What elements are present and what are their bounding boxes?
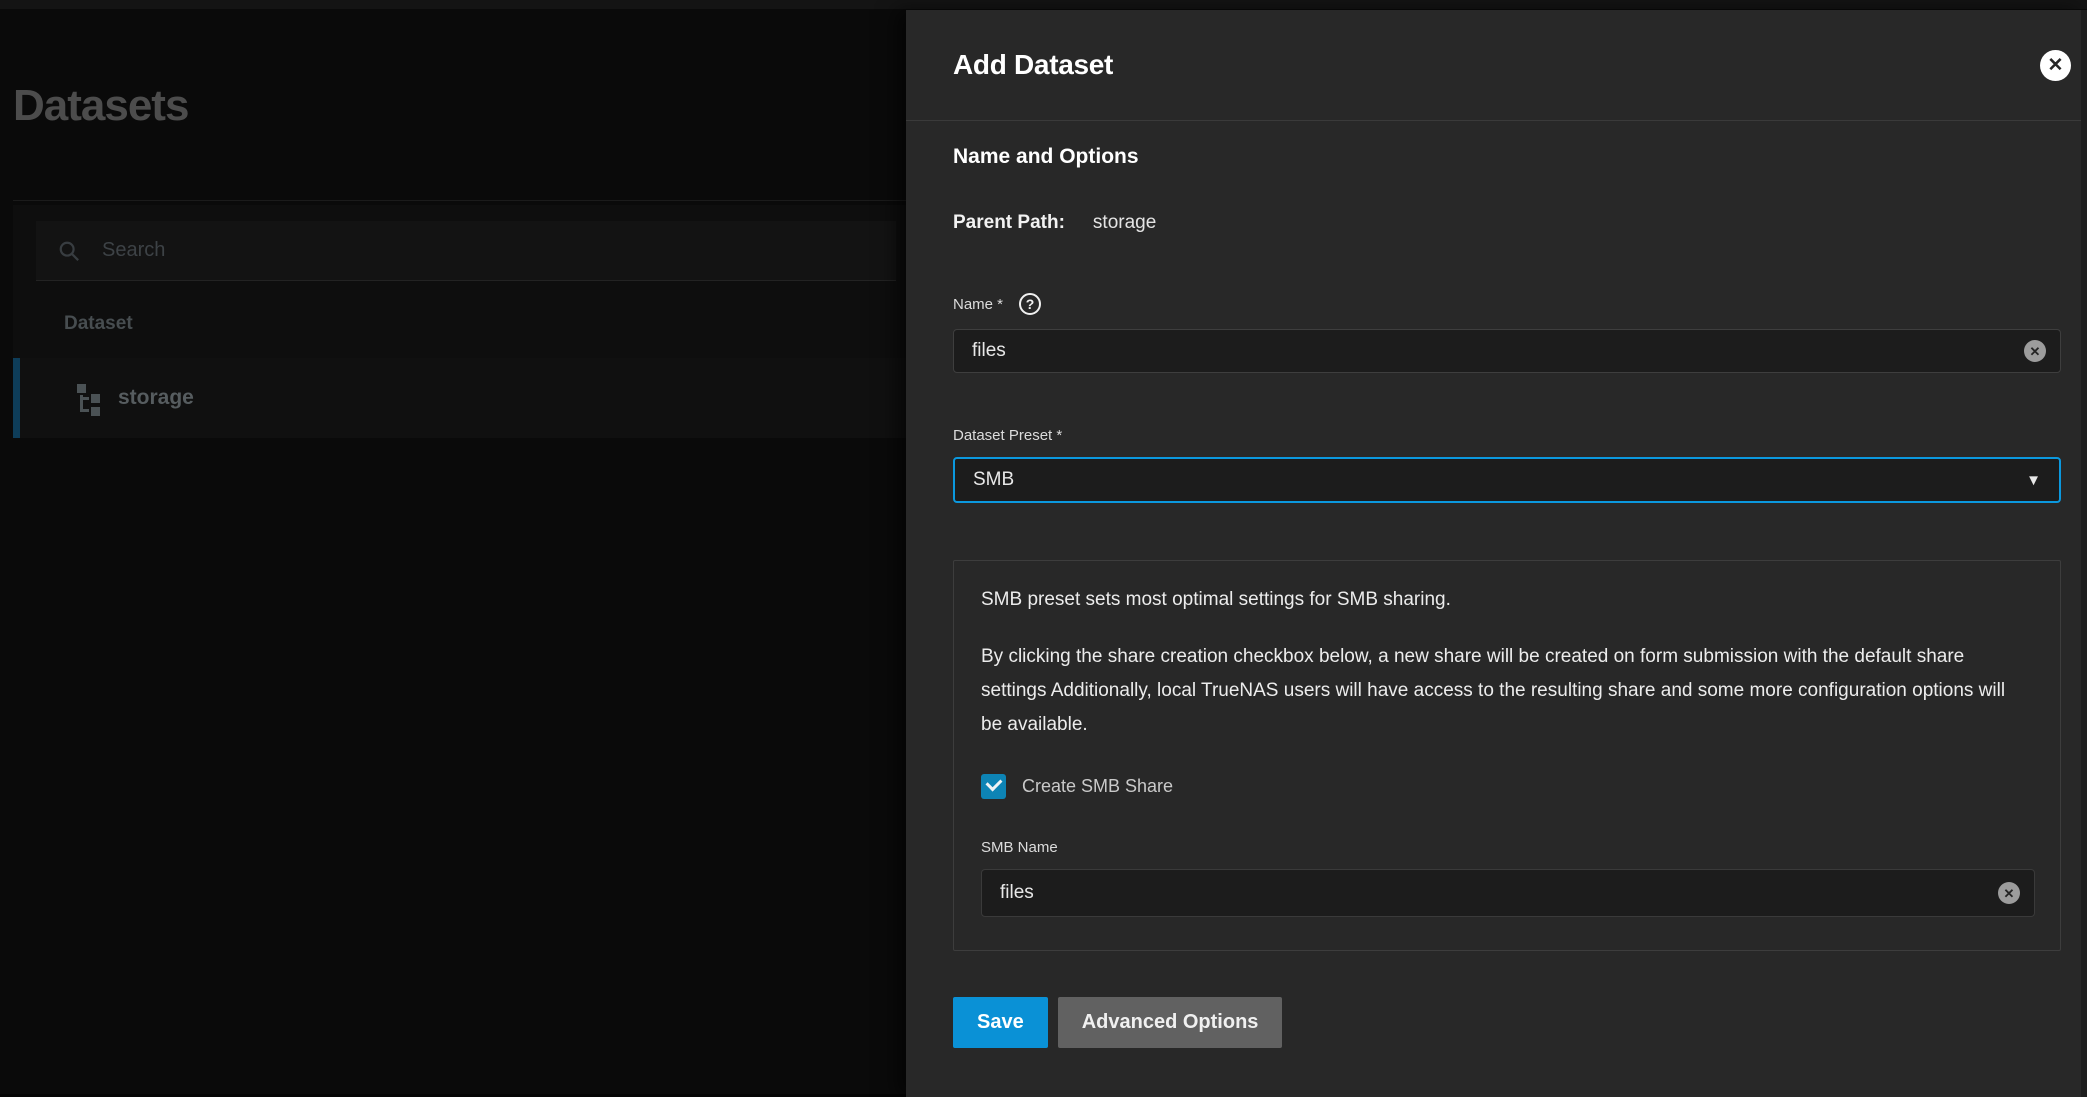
preset-label-row: Dataset Preset *: [953, 427, 2061, 444]
info-paragraph: By clicking the share creation checkbox …: [981, 640, 2021, 742]
smb-name-input[interactable]: [1000, 882, 1998, 904]
create-smb-share-checkbox[interactable]: [981, 774, 1006, 799]
search-icon: [58, 240, 80, 262]
form-buttons-row: Save Advanced Options: [953, 997, 2061, 1048]
dataset-row-storage[interactable]: storage: [13, 358, 906, 438]
dataset-preset-select[interactable]: SMB ▼: [953, 457, 2061, 503]
title-divider: [13, 200, 906, 201]
search-input[interactable]: [102, 239, 802, 262]
info-line1: SMB preset sets most optimal settings fo…: [981, 585, 2033, 615]
panel-right-edge: [2081, 10, 2087, 1097]
dataset-name: storage: [118, 386, 194, 410]
add-dataset-panel: Add Dataset ✕ Name and Options Parent Pa…: [906, 10, 2087, 1097]
close-button[interactable]: ✕: [2040, 50, 2071, 81]
clear-icon: ✕: [2004, 887, 2015, 900]
name-label-row: Name * ?: [953, 293, 2061, 315]
smb-name-label: SMB Name: [981, 839, 2033, 856]
preset-label: Dataset Preset *: [953, 427, 1062, 444]
advanced-options-button[interactable]: Advanced Options: [1058, 997, 1283, 1048]
name-clear-button[interactable]: ✕: [2024, 340, 2046, 362]
clear-icon: ✕: [2030, 345, 2041, 358]
page-title: Datasets: [13, 81, 188, 131]
dataset-tree-icon: [73, 383, 103, 413]
section-title: Name and Options: [953, 145, 2061, 169]
smb-name-clear-button[interactable]: ✕: [1998, 882, 2020, 904]
parent-path-row: Parent Path: storage: [953, 212, 2061, 234]
column-header-dataset: Dataset: [64, 313, 133, 335]
search-field[interactable]: [36, 221, 896, 281]
name-label: Name *: [953, 296, 1003, 313]
panel-header: Add Dataset ✕: [906, 10, 2087, 121]
name-input[interactable]: [972, 340, 2024, 362]
preset-selected-value: SMB: [973, 469, 2026, 491]
datasets-page: Datasets Dataset storage: [0, 9, 906, 1097]
screen: Datasets Dataset storage: [0, 0, 2087, 1097]
chevron-down-icon: ▼: [2026, 472, 2041, 489]
create-smb-share-label: Create SMB Share: [1022, 776, 1173, 797]
name-field-wrapper: ✕: [953, 329, 2061, 373]
close-icon: ✕: [2048, 56, 2064, 75]
create-smb-share-row: Create SMB Share: [981, 774, 2033, 799]
panel-body: Name and Options Parent Path: storage Na…: [906, 145, 2087, 1048]
save-button[interactable]: Save: [953, 997, 1048, 1048]
datasets-card: Dataset storage: [13, 205, 906, 438]
parent-path-value: storage: [1093, 212, 1156, 234]
smb-preset-info-box: SMB preset sets most optimal settings fo…: [953, 560, 2061, 951]
panel-title: Add Dataset: [953, 49, 2040, 81]
smb-name-field-wrapper: ✕: [981, 869, 2035, 917]
parent-path-label: Parent Path:: [953, 212, 1065, 234]
help-icon[interactable]: ?: [1019, 293, 1041, 315]
app-topbar: [0, 0, 2087, 9]
